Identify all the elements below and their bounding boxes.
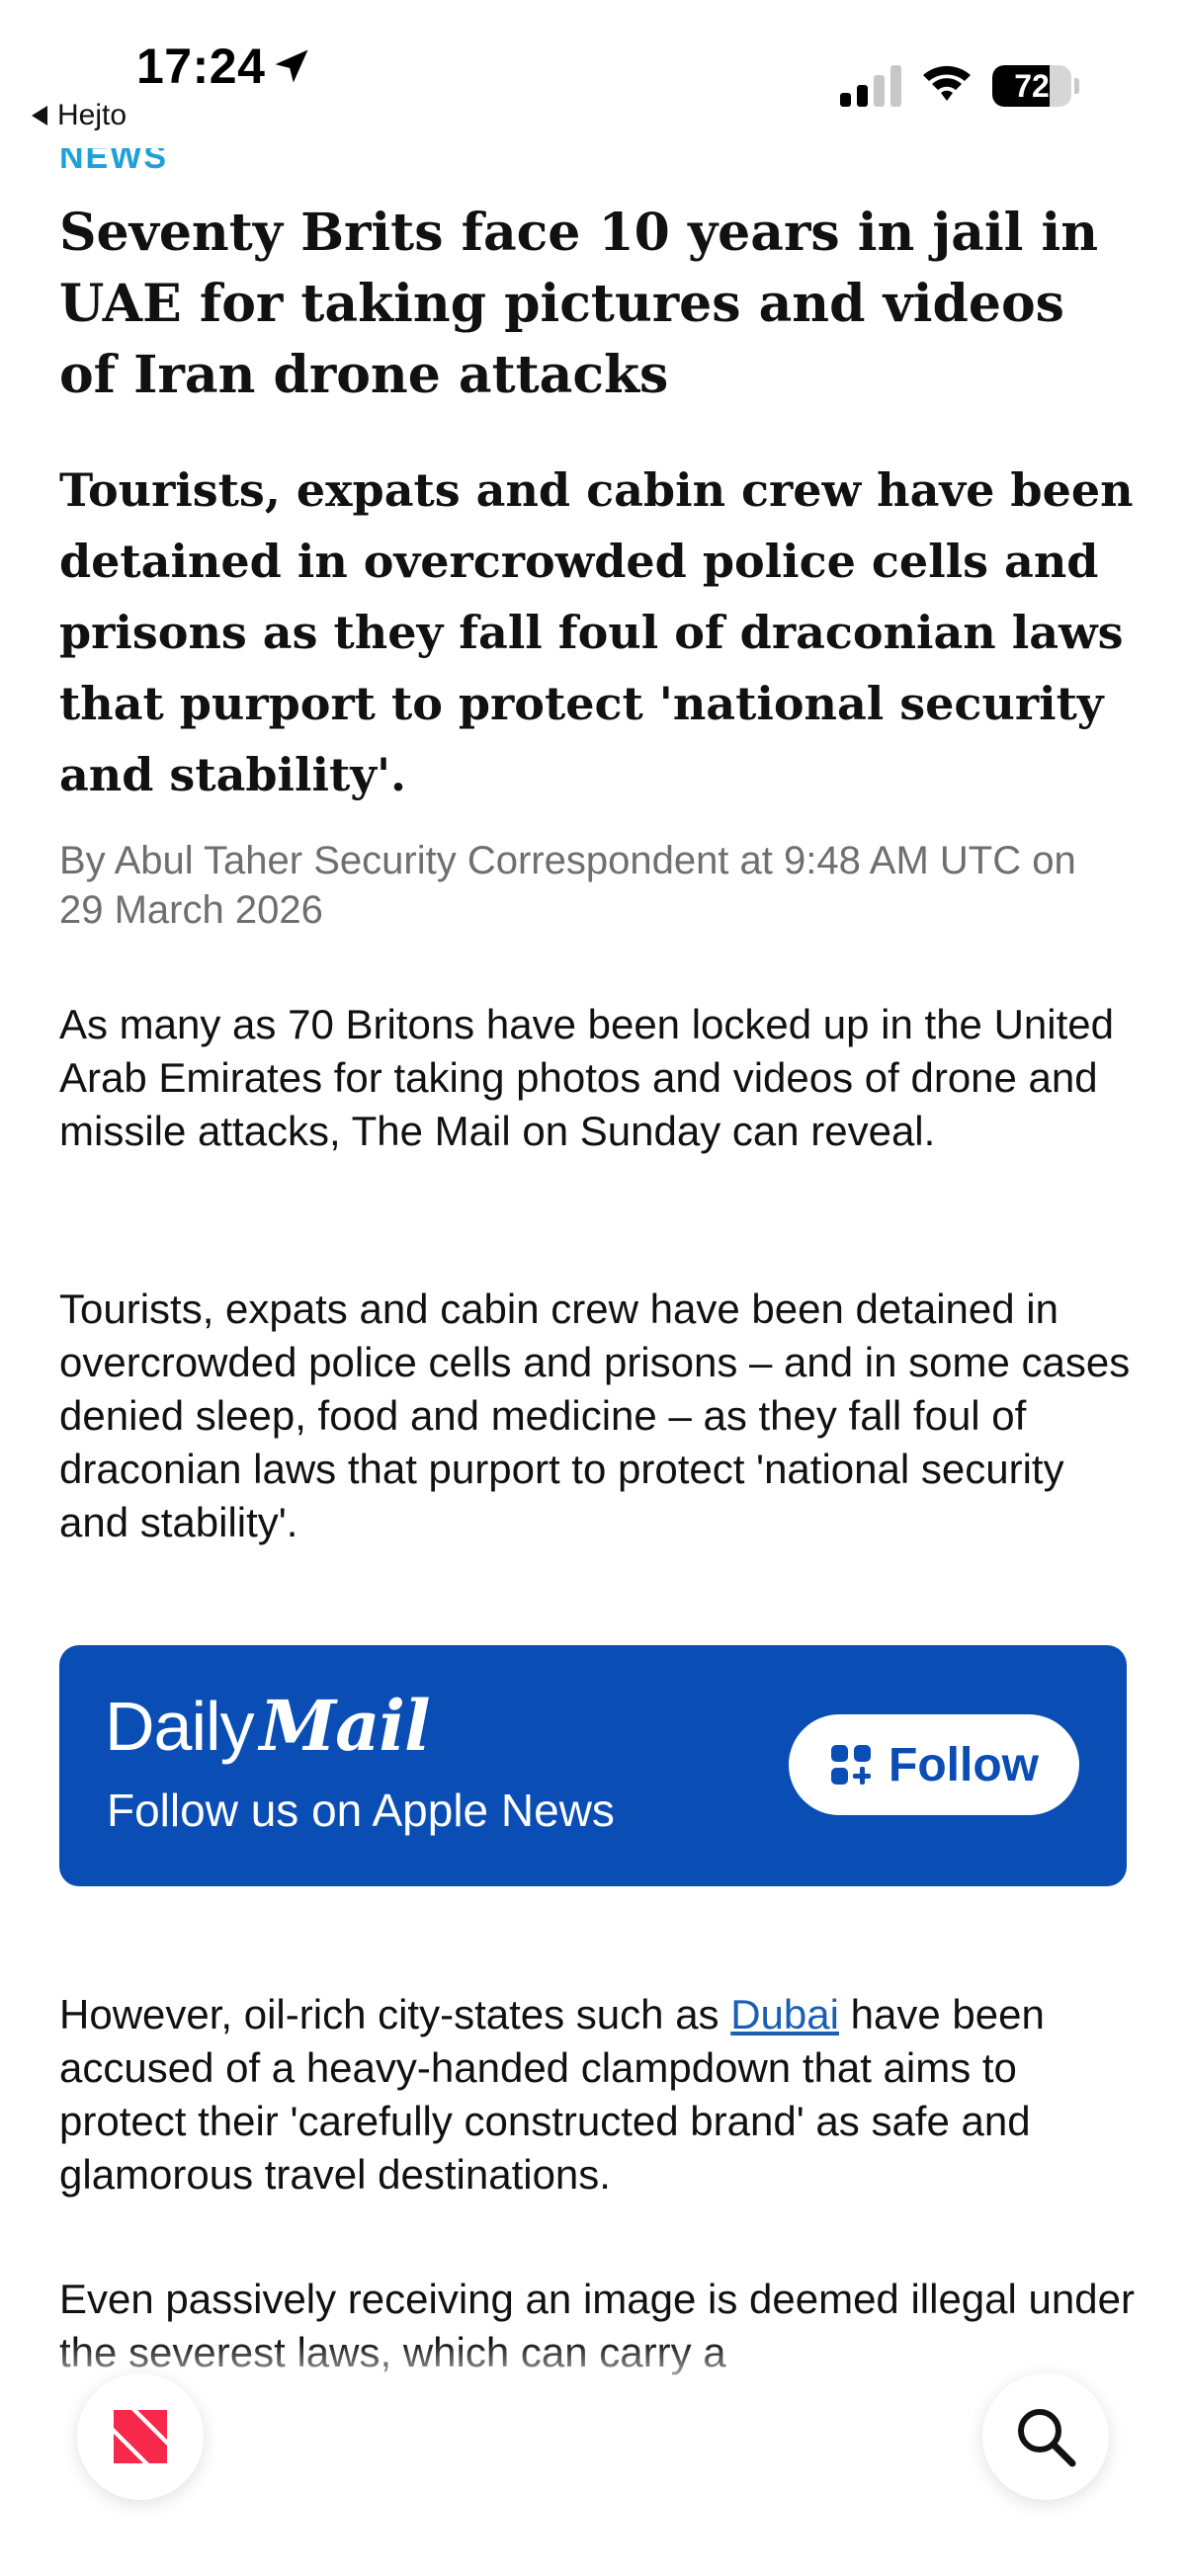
status-bar: 17:24 Hejto 72 [0, 0, 1186, 148]
wifi-icon [923, 65, 971, 101]
battery-body: 72 [992, 65, 1071, 107]
promo-tagline: Follow us on Apple News [107, 1785, 615, 1836]
back-app-label: Hejto [57, 99, 127, 131]
apple-news-icon [110, 2406, 171, 2467]
follow-label: Follow [889, 1738, 1039, 1791]
article-paragraph: However, oil-rich city-states such as Du… [59, 1988, 1137, 2202]
dubai-link[interactable]: Dubai [730, 1991, 839, 2037]
back-caret-icon [32, 106, 47, 125]
search-icon [1018, 2409, 1076, 2467]
article-byline: By Abul Taher Security Correspondent at … [59, 839, 1076, 932]
logo-daily-text: Daily [105, 1688, 255, 1765]
battery-indicator: 72 [992, 65, 1079, 107]
paragraph-text: However, oil-rich city-states such as [59, 1991, 731, 2037]
article-standfirst: Tourists, expats and cabin crew have bee… [59, 463, 1134, 801]
cellular-signal-icon [840, 65, 901, 107]
location-arrow-icon [275, 49, 308, 83]
article-paragraph: Tourists, expats and cabin crew have bee… [59, 1286, 1131, 1545]
article-headline: Seventy Brits face 10 years in jail in U… [59, 203, 1099, 405]
apple-news-button[interactable] [77, 2373, 204, 2500]
follow-plus-icon [831, 1745, 872, 1785]
daily-mail-logo: Daily Mail [105, 1685, 431, 1767]
back-to-app-button[interactable]: Hejto [32, 99, 127, 132]
follow-button[interactable]: Follow [789, 1714, 1079, 1815]
logo-mail-text: Mail [259, 1685, 431, 1767]
battery-percent: 72 [1014, 68, 1050, 104]
apple-news-follow-banner[interactable]: Daily Mail Follow us on Apple News Follo… [59, 1645, 1127, 1886]
article-paragraph: As many as 70 Britons have been locked u… [59, 1001, 1114, 1154]
battery-tip [1074, 78, 1079, 94]
search-button[interactable] [982, 2373, 1109, 2500]
status-time: 17:24 [136, 39, 266, 94]
